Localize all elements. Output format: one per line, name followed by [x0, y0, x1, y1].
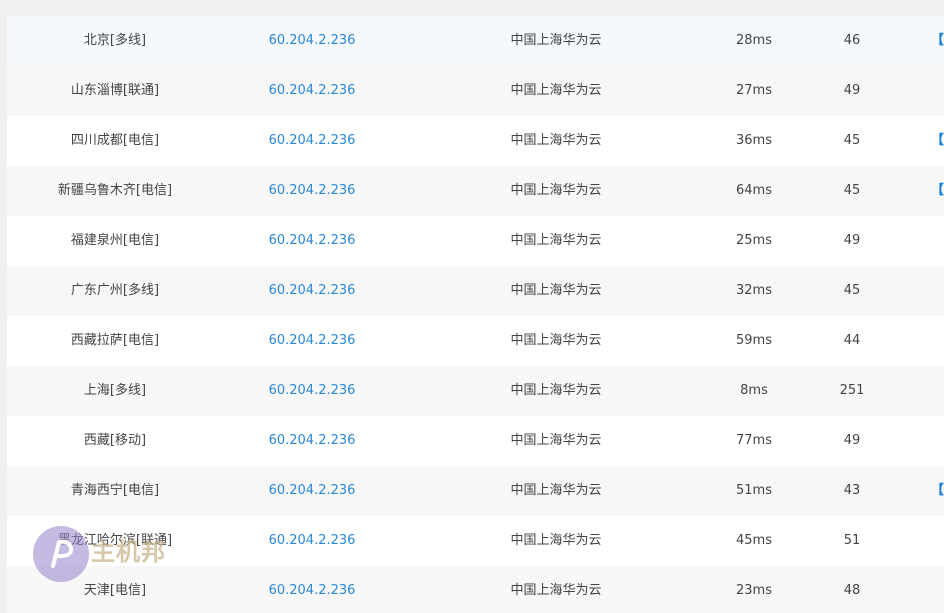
ip-location-cell: 中国上海华为云: [510, 233, 602, 248]
ttl-cell: 49: [843, 233, 861, 248]
ip-location-cell: 中国上海华为云: [510, 383, 602, 398]
ip-location-cell: 中国上海华为云: [510, 133, 602, 148]
row-action-link[interactable]: [931, 366, 944, 416]
ip-address-link[interactable]: 60.204.2.236: [223, 316, 401, 366]
table-row: 福建泉州[电信] 60.204.2.236 中国上海华为云 25ms 49: [7, 216, 944, 266]
response-time-cell: 77ms: [736, 433, 772, 448]
ip-location-cell: 中国上海华为云: [510, 183, 602, 198]
ttl-cell: 45: [843, 283, 861, 298]
table-row: 北京[多线] 60.204.2.236 中国上海华为云 28ms 46 【: [7, 16, 944, 66]
node-name-cell: 西藏[移动]: [83, 433, 147, 448]
watermark-text: 主机邦: [91, 537, 166, 566]
row-action-link[interactable]: 【复: [931, 116, 944, 166]
table-row: 青海西宁[电信] 60.204.2.236 中国上海华为云 51ms 43 【: [7, 466, 944, 516]
ip-address-link[interactable]: 60.204.2.236: [223, 466, 401, 516]
ttl-cell: 46: [843, 33, 861, 48]
ip-address-link[interactable]: 60.204.2.236: [223, 366, 401, 416]
row-action-link[interactable]: 【: [931, 166, 944, 216]
row-action-link[interactable]: [931, 316, 944, 366]
row-action-link[interactable]: [931, 266, 944, 316]
ip-location-cell: 中国上海华为云: [510, 483, 602, 498]
ttl-cell: 48: [843, 583, 861, 598]
row-action-link[interactable]: [931, 416, 944, 466]
ip-location-cell: 中国上海华为云: [510, 333, 602, 348]
row-action-link[interactable]: [931, 516, 944, 566]
ip-address-link[interactable]: 60.204.2.236: [223, 266, 401, 316]
response-time-cell: 51ms: [736, 483, 772, 498]
watermark: 主机邦: [33, 524, 193, 584]
row-action-link[interactable]: 【: [931, 466, 944, 516]
table-row: 山东淄博[联通] 60.204.2.236 中国上海华为云 27ms 49: [7, 66, 944, 116]
response-time-cell: 28ms: [736, 33, 772, 48]
ip-address-link[interactable]: 60.204.2.236: [223, 416, 401, 466]
response-time-cell: 32ms: [736, 283, 772, 298]
ttl-cell: 49: [843, 83, 861, 98]
row-action-link[interactable]: [931, 566, 944, 613]
ttl-cell: 45: [843, 133, 861, 148]
response-time-cell: 36ms: [736, 133, 772, 148]
ip-location-cell: 中国上海华为云: [510, 433, 602, 448]
ip-address-link[interactable]: 60.204.2.236: [223, 566, 401, 613]
ip-location-cell: 中国上海华为云: [510, 583, 602, 598]
ip-address-link[interactable]: 60.204.2.236: [223, 16, 401, 66]
node-name-cell: 上海[多线]: [83, 383, 147, 398]
ip-location-cell: 中国上海华为云: [510, 83, 602, 98]
ip-address-link[interactable]: 60.204.2.236: [223, 516, 401, 566]
ttl-cell: 43: [843, 483, 861, 498]
response-time-cell: 59ms: [736, 333, 772, 348]
response-time-cell: 23ms: [736, 583, 772, 598]
watermark-glyph-icon: [51, 539, 74, 568]
node-name-cell: 北京[多线]: [83, 33, 147, 48]
response-time-cell: 64ms: [736, 183, 772, 198]
node-name-cell: 山东淄博[联通]: [70, 83, 160, 98]
table-row: 新疆乌鲁木齐[电信] 60.204.2.236 中国上海华为云 64ms 45 【: [7, 166, 944, 216]
ttl-cell: 44: [843, 333, 861, 348]
ttl-cell: 251: [839, 383, 865, 398]
ip-address-link[interactable]: 60.204.2.236: [223, 166, 401, 216]
row-action-link[interactable]: [931, 216, 944, 266]
ip-location-cell: 中国上海华为云: [510, 533, 602, 548]
response-time-cell: 45ms: [736, 533, 772, 548]
node-name-cell: 福建泉州[电信]: [70, 233, 160, 248]
ttl-cell: 49: [843, 433, 861, 448]
ttl-cell: 51: [843, 533, 861, 548]
node-name-cell: 西藏拉萨[电信]: [70, 333, 160, 348]
response-time-cell: 8ms: [740, 383, 768, 398]
ip-address-link[interactable]: 60.204.2.236: [223, 116, 401, 166]
ip-location-cell: 中国上海华为云: [510, 33, 602, 48]
node-name-cell: 广东广州[多线]: [70, 283, 160, 298]
table-row: 四川成都[电信] 60.204.2.236 中国上海华为云 36ms 45 【复: [7, 116, 944, 166]
node-name-cell: 青海西宁[电信]: [70, 483, 160, 498]
response-time-cell: 27ms: [736, 83, 772, 98]
ping-results-page: 北京[多线] 60.204.2.236 中国上海华为云 28ms 46 【山东淄博[联通]…: [0, 0, 944, 613]
ttl-cell: 45: [843, 183, 861, 198]
row-action-link[interactable]: [931, 66, 944, 116]
ip-address-link[interactable]: 60.204.2.236: [223, 216, 401, 266]
table-row: 广东广州[多线] 60.204.2.236 中国上海华为云 32ms 45: [7, 266, 944, 316]
row-action-link[interactable]: 【: [931, 16, 944, 66]
table-row: 上海[多线] 60.204.2.236 中国上海华为云 8ms 251: [7, 366, 944, 416]
table-row: 西藏[移动] 60.204.2.236 中国上海华为云 77ms 49: [7, 416, 944, 466]
ip-address-link[interactable]: 60.204.2.236: [223, 66, 401, 116]
table-row: 西藏拉萨[电信] 60.204.2.236 中国上海华为云 59ms 44: [7, 316, 944, 366]
response-time-cell: 25ms: [736, 233, 772, 248]
node-name-cell: 四川成都[电信]: [70, 133, 160, 148]
watermark-logo-icon: [33, 526, 89, 582]
node-name-cell: 新疆乌鲁木齐[电信]: [57, 183, 173, 198]
ip-location-cell: 中国上海华为云: [510, 283, 602, 298]
